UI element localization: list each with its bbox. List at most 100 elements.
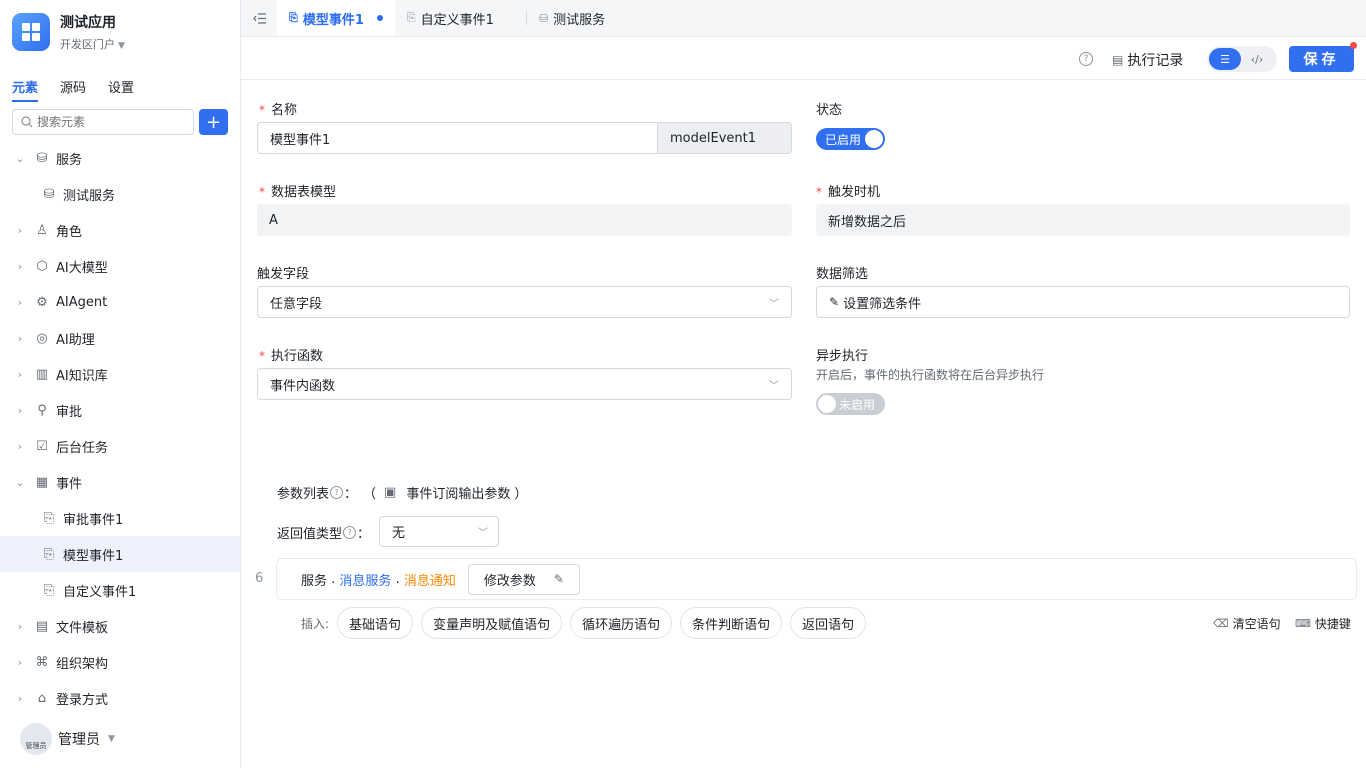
chevron-right-icon[interactable]: › [13,440,27,453]
robot-icon: ⚙ [36,294,48,310]
chevron-right-icon[interactable]: › [13,692,27,705]
visual-mode-icon[interactable]: ☰ [1209,48,1241,70]
tree-item[interactable]: ⎘ 审批事件1 [0,500,240,536]
trigger-time-field[interactable]: 新增数据之后 [816,204,1350,236]
filter-button[interactable]: ✎ 设置筛选条件 [816,286,1350,318]
insert-loop-button[interactable]: 循环遍历语句 [570,607,673,639]
ai-assistant-icon: ◎ [36,330,48,346]
chevron-down-icon: ﹀ [769,380,779,392]
func-select[interactable]: 事件内函数 ﹀ [257,368,792,400]
portal-selector[interactable]: 开发区门户 ▼ [60,36,125,52]
insert-basic-button[interactable]: 基础语句 [337,607,414,639]
chevron-down-icon: ﹀ [478,528,488,539]
tree-item[interactable]: › ⬡ AI大模型 [0,248,240,284]
code-mode-icon[interactable]: ‹/› [1241,48,1273,70]
name-code-field[interactable]: modelEvent1 [657,122,792,154]
task-icon: ☑ [36,438,48,454]
chevron-right-icon[interactable]: › [13,296,27,309]
tab-settings[interactable]: 设置 [108,77,134,102]
tree-item-label: 服务 [56,152,83,168]
tree-item-label: AI知识库 [56,368,108,384]
app-header[interactable]: 测试应用 开发区门户 ▼ [12,12,125,52]
func-value: 事件内函数 [270,378,336,394]
tree-item[interactable]: › ▥ AI知识库 [0,356,240,392]
insert-toolbar: 插入: 基础语句 变量声明及赋值语句 循环遍历语句 条件判断语句 返回语句 [301,607,874,639]
save-button[interactable]: 保存 [1289,46,1354,72]
insert-variable-button[interactable]: 变量声明及赋值语句 [421,607,563,639]
org-icon: ⌘ [35,654,49,670]
add-element-button[interactable]: + [199,109,228,135]
table-model-field[interactable]: A [257,204,792,236]
user-menu[interactable]: 管理员 管理员 ▼ [20,723,115,755]
name-label: * 名称 [259,103,298,118]
async-hint: 开启后，事件的执行函数将在后台异步执行 [816,368,1045,382]
shortcut-button[interactable]: ⌨ 快捷键 [1295,615,1351,632]
edit-icon: ✎ [829,295,840,309]
sidebar: 测试应用 开发区门户▼ 元素 源码 设置 + ⌄ ⛁ 服务 ⛁ 测试服务 › ♙ 角色 › ⬡ AI… [0,0,241,768]
view-mode-switch: ☰ ‹/› [1207,46,1277,72]
chevron-right-icon[interactable]: › [13,404,27,417]
tab-elements[interactable]: 元素 [12,77,39,102]
name-input[interactable]: 模型事件1 [257,122,657,154]
edit-params-button[interactable]: 修改参数 ✎ [467,563,580,595]
trigger-field-select[interactable]: 任意字段 ﹀ [257,286,792,318]
help-icon[interactable]: ? [343,526,357,539]
tree-item[interactable]: › ⌘ 组织架构 [0,644,240,680]
save-icon: ▣ [384,485,397,500]
tab-source[interactable]: 源码 [60,77,86,102]
code-statement[interactable]: 服务 . 消息服务 . 消息通知 修改参数 ✎ [276,558,1357,600]
tree-item[interactable]: › ▤ 文件模板 [0,608,240,644]
clear-statements-button[interactable]: ⌫ 清空语句 [1213,615,1281,632]
trigger-field-label: 触发字段 [257,267,310,282]
tab-model-event[interactable]: ⎘ 模型事件1 [277,0,395,36]
chevron-down-icon[interactable]: ⌄ [13,476,27,489]
insert-condition-button[interactable]: 条件判断语句 [680,607,783,639]
collapse-sidebar-icon[interactable] [241,0,277,36]
tab-test-service[interactable]: ⛁ 测试服务 [527,0,617,36]
help-icon[interactable]: ? [1079,52,1093,66]
tab-custom-event[interactable]: ⎘ 自定义事件1 [395,0,526,36]
tree-item[interactable]: › ⚲ 审批 [0,392,240,428]
tree-item[interactable]: ⌄ ▦ 事件 [0,464,240,500]
chevron-right-icon[interactable]: › [13,260,27,273]
tree-item[interactable]: › ⚙ AIAgent [0,284,240,320]
chevron-right-icon[interactable]: › [13,224,27,237]
status-toggle[interactable]: 已启用 [816,128,885,150]
tab-bar: ⎘ 模型事件1 ⎘ 自定义事件1 ⛁ 测试服务 [241,0,1366,37]
chevron-right-icon[interactable]: › [13,656,27,669]
tree-item[interactable]: › ◎ AI助理 [0,320,240,356]
tree-item-label: AIAgent [56,294,108,310]
tree-item-label: AI助理 [56,332,95,348]
return-type-select[interactable]: 无 ﹀ [379,516,499,547]
table-model-label: * 数据表模型 [259,185,337,200]
chevron-right-icon[interactable]: › [13,332,27,345]
clear-label: 清空语句 [1232,617,1281,631]
tree-item[interactable]: ⎘ 模型事件1 [0,536,240,572]
paren-open: （ [363,487,377,502]
code-message-notify[interactable]: 消息通知 [404,570,456,589]
tree-item[interactable]: ⌄ ⛁ 服务 [0,140,240,176]
chevron-down-icon: ﹀ [769,298,779,310]
cube-icon: ⬡ [36,258,48,274]
tree-item-label: 事件 [56,476,83,492]
app-name: 测试应用 [60,15,116,31]
tree-item[interactable]: ⎘ 自定义事件1 [0,572,240,608]
exec-log-button[interactable]: ▤ 执行记录 [1112,50,1183,70]
toolbar: ? ▤ 执行记录 ☰ ‹/› 保存 [241,37,1366,80]
chevron-right-icon[interactable]: › [13,620,27,633]
chevron-right-icon[interactable]: › [13,368,27,381]
tree-item[interactable]: › ♙ 角色 [0,212,240,248]
return-type-value: 无 [392,526,406,541]
insert-return-button[interactable]: 返回语句 [790,607,867,639]
event-icon: ⎘ [289,11,298,24]
edit-params-label: 修改参数 [483,573,536,589]
search-input[interactable] [37,115,187,129]
help-icon[interactable]: ? [330,486,344,499]
tree-item[interactable]: › ☑ 后台任务 [0,428,240,464]
chevron-down-icon[interactable]: ⌄ [13,152,27,165]
async-toggle[interactable]: 未启用 [816,393,885,415]
params-value[interactable]: 事件订阅输出参数 [406,483,510,502]
tree-item[interactable]: ⛁ 测试服务 [0,176,240,212]
tree-item[interactable]: › ⌂ 登录方式 [0,680,240,716]
code-message-service[interactable]: 消息服务 [339,570,391,589]
